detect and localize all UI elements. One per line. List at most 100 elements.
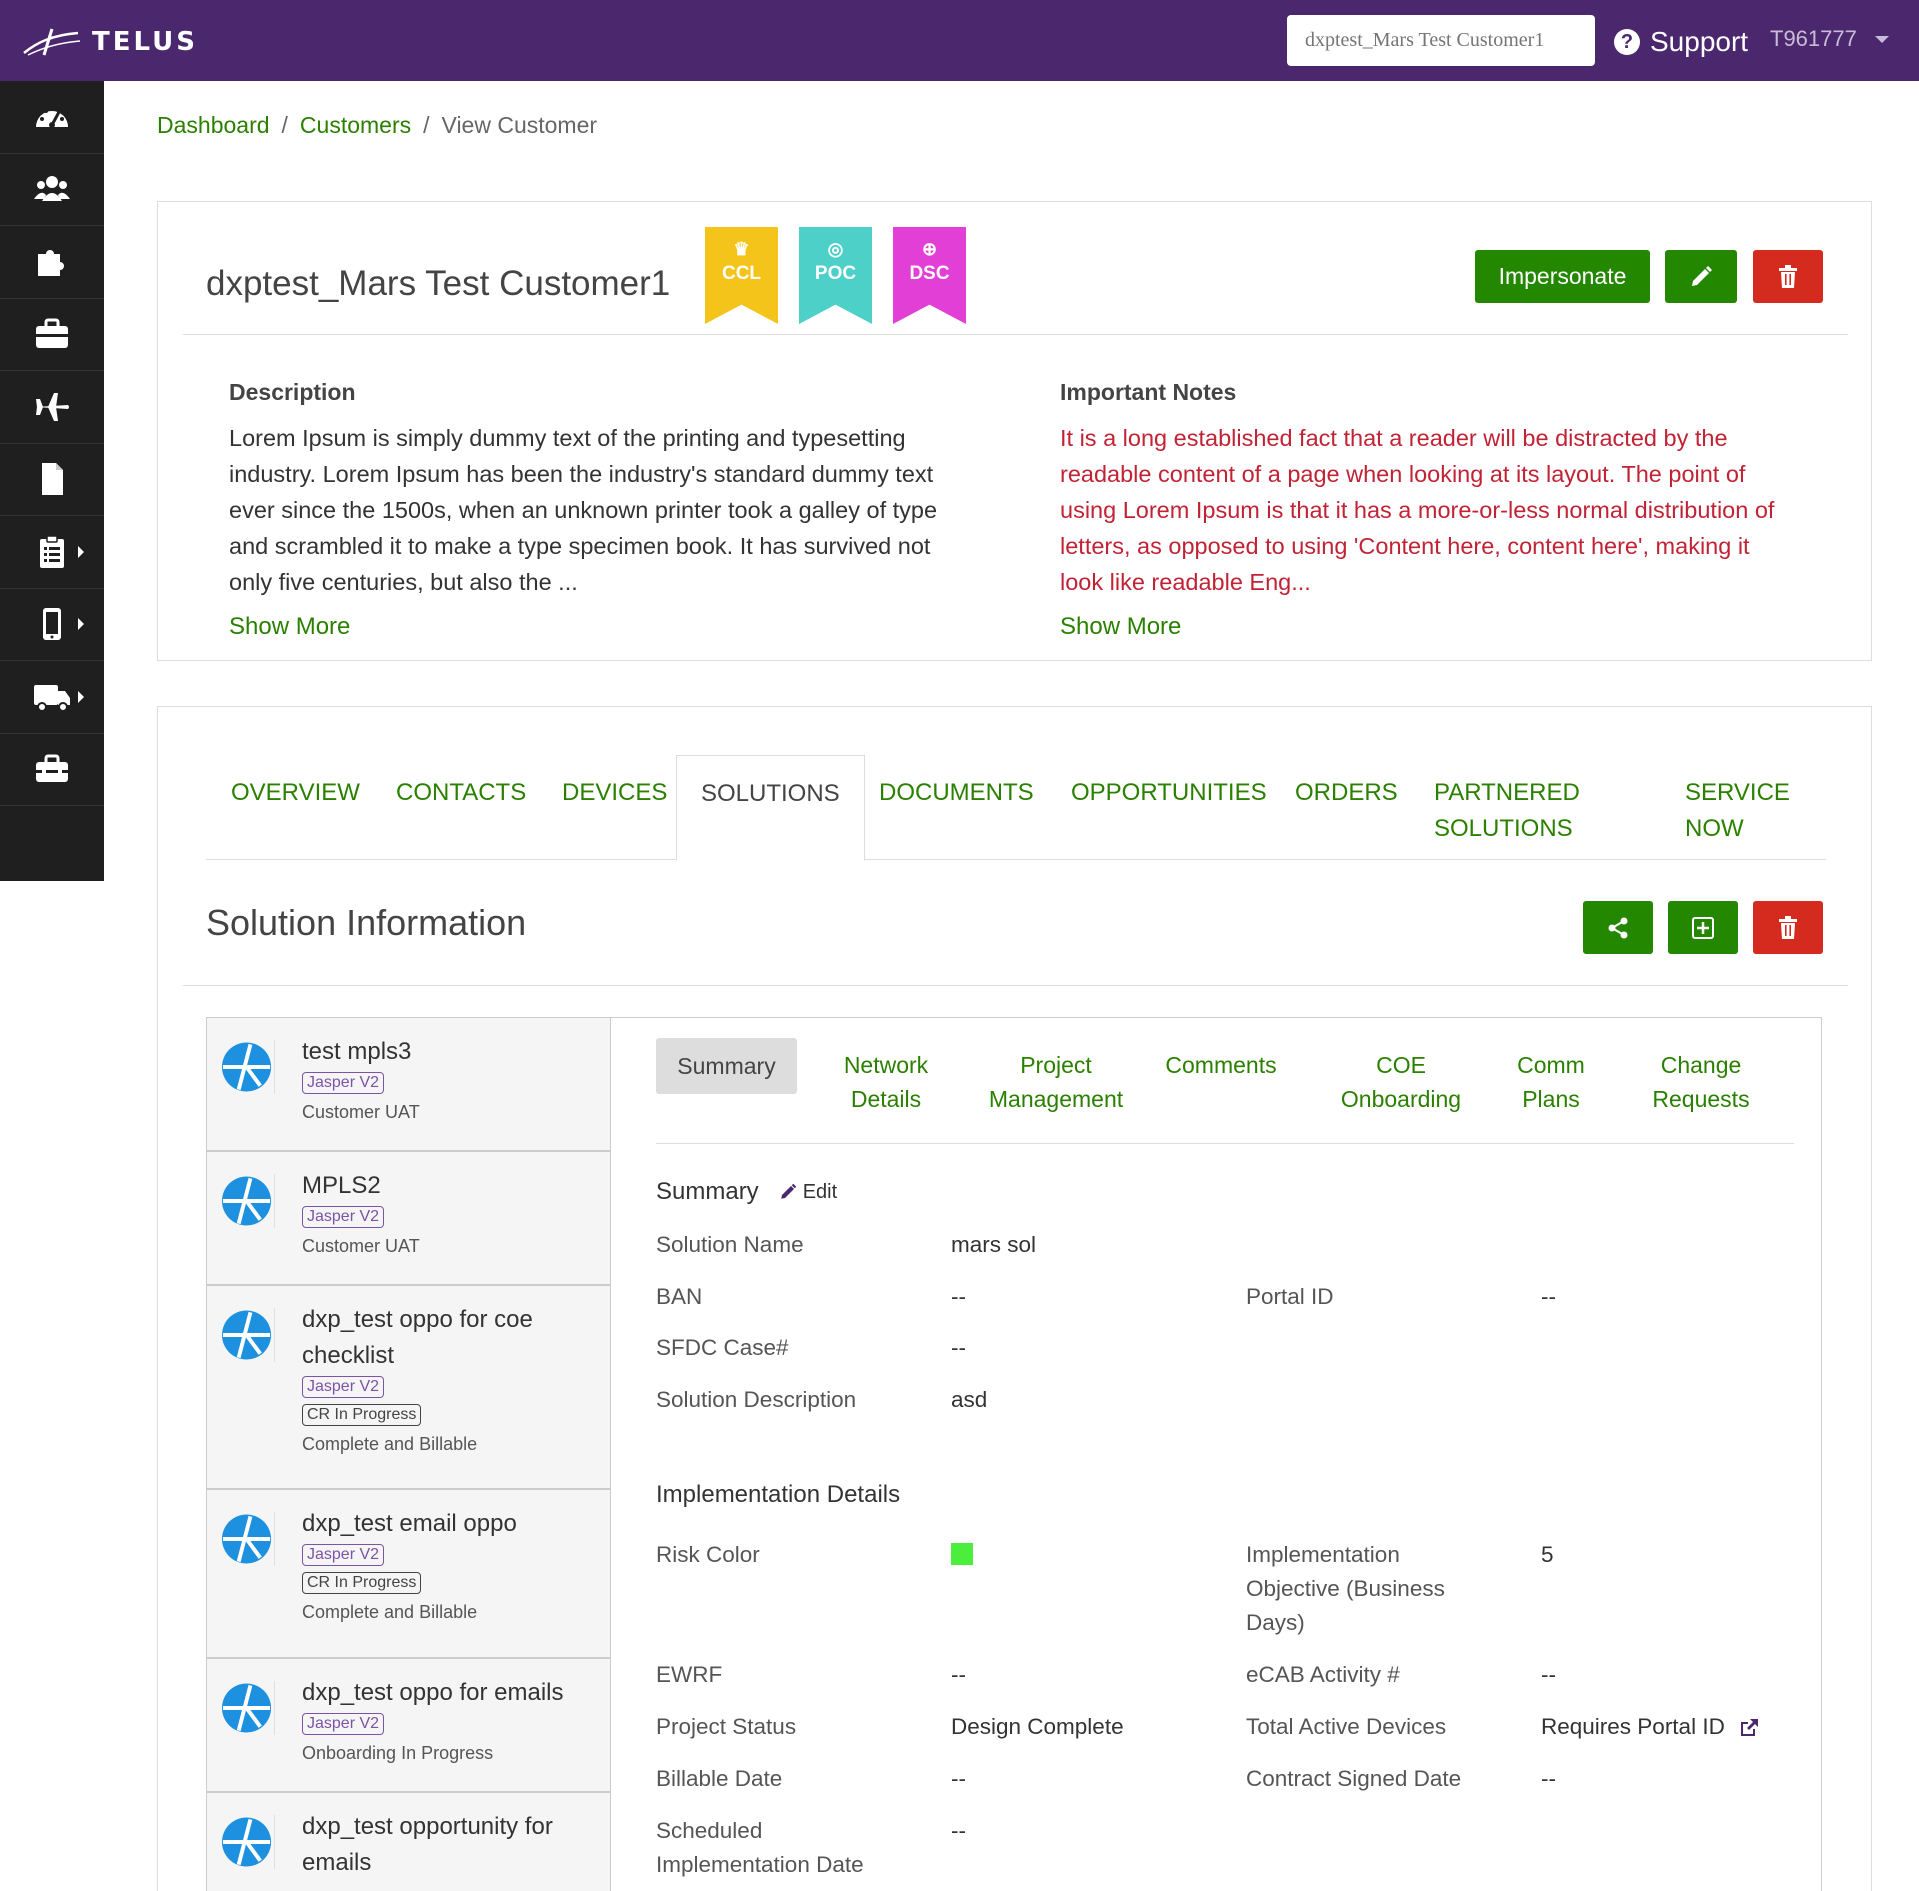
edit-summary-link[interactable]: Edit (779, 1181, 837, 1204)
implementation-objective-value: 5 (1541, 1542, 1554, 1567)
pencil-icon (780, 1183, 796, 1199)
portal-id-label: Portal ID (1246, 1284, 1334, 1309)
ecab-activity-value: -- (1541, 1662, 1556, 1687)
breadcrumb-customers[interactable]: Customers (300, 112, 411, 139)
solution-tag: CR In Progress (302, 1572, 422, 1594)
subtab-network-details[interactable]: Network Details (826, 1038, 946, 1116)
customer-search-input[interactable] (1287, 15, 1595, 66)
sidebar-item-shipping[interactable] (0, 661, 104, 734)
truck-icon (34, 684, 70, 712)
caret-right-icon (78, 618, 84, 631)
sidebar-item-tools[interactable] (0, 734, 104, 806)
breadcrumb-dashboard[interactable]: Dashboard (157, 112, 270, 139)
logo-text: TELUS (92, 27, 198, 57)
share-solution-button[interactable] (1583, 901, 1653, 954)
file-icon (42, 463, 63, 496)
solution-subtabs: Summary Network Details Project Management… (656, 1038, 1794, 1144)
solution-tag: Jasper V2 (302, 1206, 385, 1228)
solution-description-value: asd (951, 1387, 988, 1412)
sidebar-item-integrations[interactable] (0, 226, 104, 299)
important-notes-text: It is a long established fact that a rea… (1060, 425, 1775, 595)
badge-poc: ◎ POC (799, 227, 872, 324)
impersonate-button[interactable]: Impersonate (1475, 250, 1650, 303)
list-item[interactable]: MPLS2 Jasper V2 Customer UAT (207, 1152, 610, 1286)
solution-tag: CR In Progress (302, 1404, 422, 1426)
share-icon (1608, 917, 1628, 938)
subtab-comm-plans[interactable]: Comm Plans (1501, 1038, 1601, 1116)
solution-status: Customer UAT (302, 1102, 420, 1122)
list-item[interactable]: dxp_test opportunity for emails (207, 1793, 610, 1891)
ecab-activity-label: eCAB Activity # (1246, 1662, 1400, 1687)
list-item[interactable]: test mpls3 Jasper V2 Customer UAT (207, 1018, 610, 1152)
notes-show-more-link[interactable]: Show More (1060, 613, 1181, 641)
pencil-icon (1692, 265, 1712, 286)
subtab-change-requests[interactable]: Change Requests (1631, 1038, 1771, 1116)
customer-name: dxptest_Mars Test Customer1 (206, 264, 671, 303)
list-item[interactable]: dxp_test oppo for emails Jasper V2 Onboa… (207, 1659, 610, 1793)
solution-name: dxp_test email oppo (302, 1510, 517, 1537)
subtab-comments[interactable]: Comments (1156, 1038, 1286, 1082)
tab-orders[interactable]: ORDERS (1295, 755, 1398, 811)
ban-value: -- (951, 1284, 966, 1309)
tab-solutions[interactable]: SOLUTIONS (676, 755, 865, 861)
support-link[interactable]: ? Support (1614, 24, 1748, 60)
user-menu[interactable]: T961777 (1770, 26, 1889, 52)
solution-detail-panel: Summary Network Details Project Management… (611, 1017, 1822, 1891)
subtab-summary[interactable]: Summary (656, 1038, 797, 1094)
telus-swirl-icon (23, 28, 81, 56)
risk-color-swatch (951, 1543, 973, 1565)
sfdc-case-label: SFDC Case# (656, 1335, 789, 1360)
badge-label: CCL (721, 263, 762, 284)
edit-customer-button[interactable] (1665, 250, 1737, 303)
tab-service-now[interactable]: SERVICE NOW (1685, 755, 1790, 847)
subtab-project-management[interactable]: Project Management (976, 1038, 1136, 1116)
support-label: Support (1650, 26, 1749, 57)
tab-devices[interactable]: DEVICES (562, 755, 667, 811)
customer-card: dxptest_Mars Test Customer1 ♛ CCL ◎ POC … (157, 201, 1872, 661)
solution-logo-icon (221, 1174, 275, 1228)
badge-dsc: ⊕ DSC (893, 227, 966, 324)
solution-logo-icon (221, 1815, 275, 1869)
tab-partnered-solutions[interactable]: PARTNERED SOLUTIONS (1434, 755, 1580, 847)
implementation-objective-label: Implementation Objective (Business Days) (1246, 1542, 1445, 1635)
solution-name-label: Solution Name (656, 1232, 804, 1257)
total-active-devices-value[interactable]: Requires Portal ID (1541, 1710, 1761, 1744)
tab-documents[interactable]: DOCUMENTS (879, 755, 1034, 811)
list-item[interactable]: dxp_test oppo for coe checklist Jasper V2… (207, 1286, 610, 1490)
description-show-more-link[interactable]: Show More (229, 613, 350, 641)
subtab-coe-onboarding[interactable]: COE Onboarding (1316, 1038, 1486, 1116)
list-item[interactable]: dxp_test email oppo Jasper V2 CR In Prog… (207, 1490, 610, 1659)
ewrf-value: -- (951, 1662, 966, 1687)
project-status-value: Design Complete (951, 1714, 1124, 1739)
solution-status: Complete and Billable (302, 1434, 478, 1454)
delete-customer-button[interactable] (1753, 250, 1823, 303)
trash-icon (1779, 264, 1797, 288)
summary-heading: Summary Edit (656, 1178, 837, 1206)
tab-overview[interactable]: OVERVIEW (231, 755, 360, 811)
external-link-icon (1741, 1719, 1759, 1737)
sidebar-item-business[interactable] (0, 299, 104, 371)
solution-tag: Jasper V2 (302, 1072, 385, 1094)
sidebar-item-mobile[interactable] (0, 589, 104, 661)
badge-label: DSC (909, 263, 950, 284)
solution-tag: Jasper V2 (302, 1544, 385, 1566)
sidebar-item-reports[interactable] (0, 516, 104, 589)
edit-label: Edit (802, 1180, 838, 1203)
solutions-list: test mpls3 Jasper V2 Customer UAT MPLS2 … (206, 1017, 611, 1891)
delete-solution-button[interactable] (1753, 901, 1823, 954)
important-notes-label: Important Notes (1060, 379, 1237, 405)
sidebar-item-users[interactable] (0, 154, 104, 226)
breadcrumb-current: View Customer (441, 112, 598, 138)
sidebar (0, 81, 104, 881)
solution-name: dxp_test oppo for emails (302, 1679, 564, 1706)
solution-logo-icon (221, 1040, 275, 1094)
sidebar-item-dashboard[interactable] (0, 81, 104, 154)
solution-name: dxp_test opportunity for emails (302, 1813, 553, 1876)
sidebar-item-travel[interactable] (0, 371, 104, 444)
solution-information-title: Solution Information (206, 902, 527, 943)
telus-logo[interactable]: TELUS (22, 24, 198, 60)
tab-opportunities[interactable]: OPPORTUNITIES (1071, 755, 1267, 811)
tab-contacts[interactable]: CONTACTS (396, 755, 526, 811)
sidebar-item-documents[interactable] (0, 444, 104, 516)
add-solution-button[interactable] (1668, 901, 1738, 954)
